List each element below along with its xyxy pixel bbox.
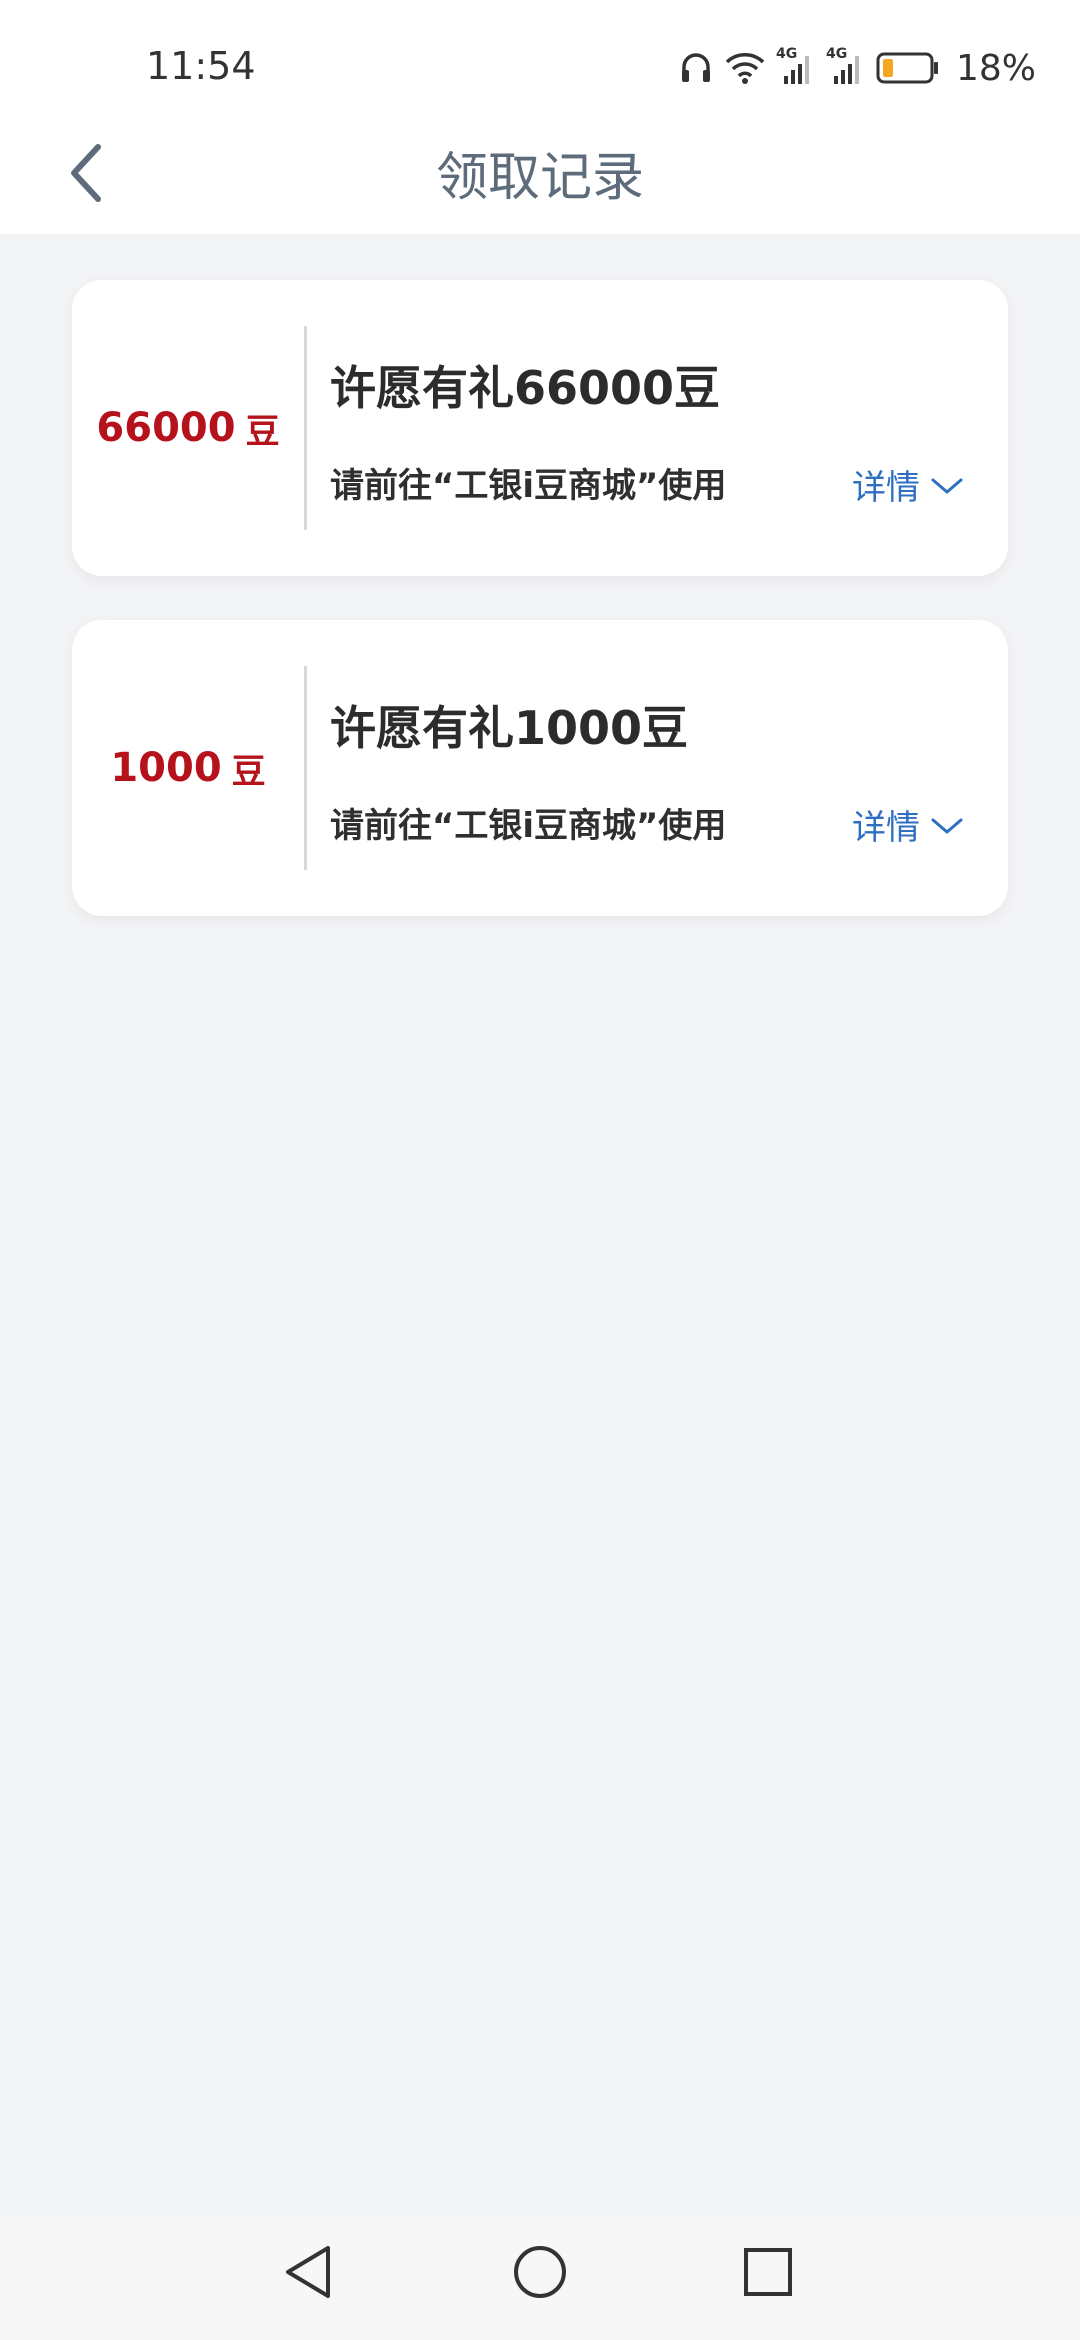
signal-icon-2: 4G <box>826 46 866 86</box>
detail-toggle[interactable]: 详情 <box>852 460 964 509</box>
detail-label: 详情 <box>852 468 920 508</box>
status-bar: 11:54 4G 4G 18% <box>0 0 1080 134</box>
record-amount-value: 1000 <box>110 745 222 791</box>
chevron-down-icon <box>930 805 964 845</box>
record-title: 许愿有礼66000豆 <box>330 361 721 415</box>
chevron-down-icon <box>930 465 964 505</box>
signal-icon: 4G <box>776 46 816 86</box>
records-list: 66000 豆 许愿有礼66000豆 请前往“工银i豆商城”使用 详情 1000… <box>72 280 1008 960</box>
network-label-1: 4G <box>775 46 798 62</box>
detail-toggle[interactable]: 详情 <box>852 800 964 849</box>
status-icons: 4G 4G 18% <box>678 44 1036 92</box>
headphones-icon <box>678 50 714 86</box>
system-home-button[interactable] <box>500 2234 580 2314</box>
back-triangle-icon <box>280 2242 336 2306</box>
system-back-button[interactable] <box>268 2234 348 2314</box>
detail-label: 详情 <box>852 808 920 848</box>
battery-icon <box>876 50 940 86</box>
home-circle-icon <box>510 2242 570 2306</box>
record-amount-value: 66000 <box>96 405 236 451</box>
record-title: 许愿有礼1000豆 <box>330 701 689 755</box>
card-divider <box>304 666 307 870</box>
recents-square-icon <box>740 2244 796 2304</box>
battery-percent: 18% <box>955 47 1036 89</box>
record-card: 1000 豆 许愿有礼1000豆 请前往“工银i豆商城”使用 详情 <box>72 620 1008 916</box>
record-card: 66000 豆 许愿有礼66000豆 请前往“工银i豆商城”使用 详情 <box>72 280 1008 576</box>
record-amount: 66000 豆 <box>72 280 304 576</box>
status-time: 11:54 <box>146 44 256 88</box>
network-label-2: 4G <box>825 46 848 62</box>
system-nav-bar <box>0 2216 1080 2340</box>
record-desc: 请前往“工银i豆商城”使用 <box>330 806 727 846</box>
wifi-icon <box>724 50 766 86</box>
system-recents-button[interactable] <box>728 2234 808 2314</box>
record-amount: 1000 豆 <box>72 620 304 916</box>
page-title: 领取记录 <box>435 148 644 208</box>
nav-bar: 领取记录 <box>0 120 1080 234</box>
record-amount-unit: 豆 <box>245 411 280 452</box>
card-divider <box>304 326 307 530</box>
record-amount-unit: 豆 <box>231 751 266 792</box>
record-desc: 请前往“工银i豆商城”使用 <box>330 466 727 506</box>
